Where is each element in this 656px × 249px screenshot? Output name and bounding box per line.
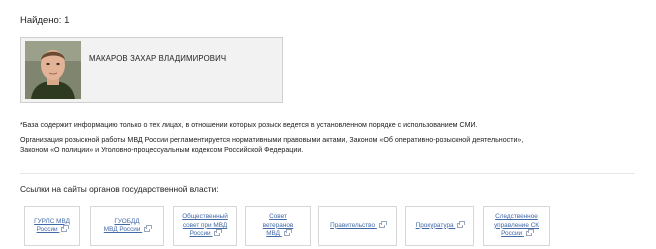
external-link-icon — [457, 220, 466, 228]
external-link-icon — [283, 229, 292, 237]
link-government[interactable]: Правительство — [318, 206, 397, 246]
link-label-line-1: Правительство — [330, 221, 376, 229]
link-label-line-3: МВД — [266, 230, 280, 238]
link-label-line-1: Прокуратура — [415, 221, 454, 229]
link-label-line-2: России — [36, 226, 58, 233]
link-label-line-2: совет при МВД — [182, 221, 228, 229]
legal-note-line-1: Организация розыскной работы МВД России … — [20, 135, 524, 144]
external-link-icon — [525, 229, 534, 237]
link-label-line-2: управление СК — [493, 221, 540, 229]
link-label-line-1: ГУОБДД — [114, 217, 140, 225]
links-section-title: Ссылки на сайты органов государственной … — [20, 184, 219, 194]
person-name[interactable]: МАКАРОВ ЗАХАР ВЛАДИМИРОВИЧ — [89, 54, 226, 63]
external-link-icon — [378, 220, 387, 228]
person-photo[interactable] — [25, 41, 81, 99]
external-link-icon — [214, 229, 223, 237]
link-veterans-council-mvd[interactable]: Совет ветеранов МВД — [245, 206, 311, 246]
found-count: Найдено: 1 — [20, 15, 70, 26]
result-card[interactable]: МАКАРОВ ЗАХАР ВЛАДИМИРОВИЧ — [20, 37, 283, 103]
link-label-line-3: России — [501, 230, 523, 238]
notes: *База содержит информацию только о тех л… — [20, 120, 640, 156]
link-prosecutor[interactable]: Прокуратура — [405, 206, 474, 246]
legal-note-line-2: Законом «О полиции» и Уголовно-процессуа… — [20, 146, 304, 155]
link-label-line-1: Совет — [269, 213, 287, 221]
link-gurls-mvd[interactable]: ГУРЛС МВД России — [24, 206, 80, 246]
link-guobdd-mvd[interactable]: ГУОБДД МВД России — [90, 206, 164, 246]
link-public-council-mvd[interactable]: Общественный совет при МВД России — [173, 206, 237, 246]
link-label-line-3: России — [189, 230, 211, 238]
database-note: *База содержит информацию только о тех л… — [20, 121, 478, 129]
link-label-line-2: МВД России — [103, 226, 141, 233]
link-label-line-1: Следственное — [495, 213, 538, 221]
external-link-icon — [144, 225, 153, 232]
link-label-line-1: ГУРЛС МВД — [34, 217, 70, 225]
link-label-line-2: ветеранов — [262, 221, 294, 229]
external-link-icon — [61, 225, 70, 232]
divider — [20, 173, 635, 174]
link-investigative-committee[interactable]: Следственное управление СК России — [483, 206, 550, 246]
link-label-line-1: Общественный — [182, 213, 228, 221]
